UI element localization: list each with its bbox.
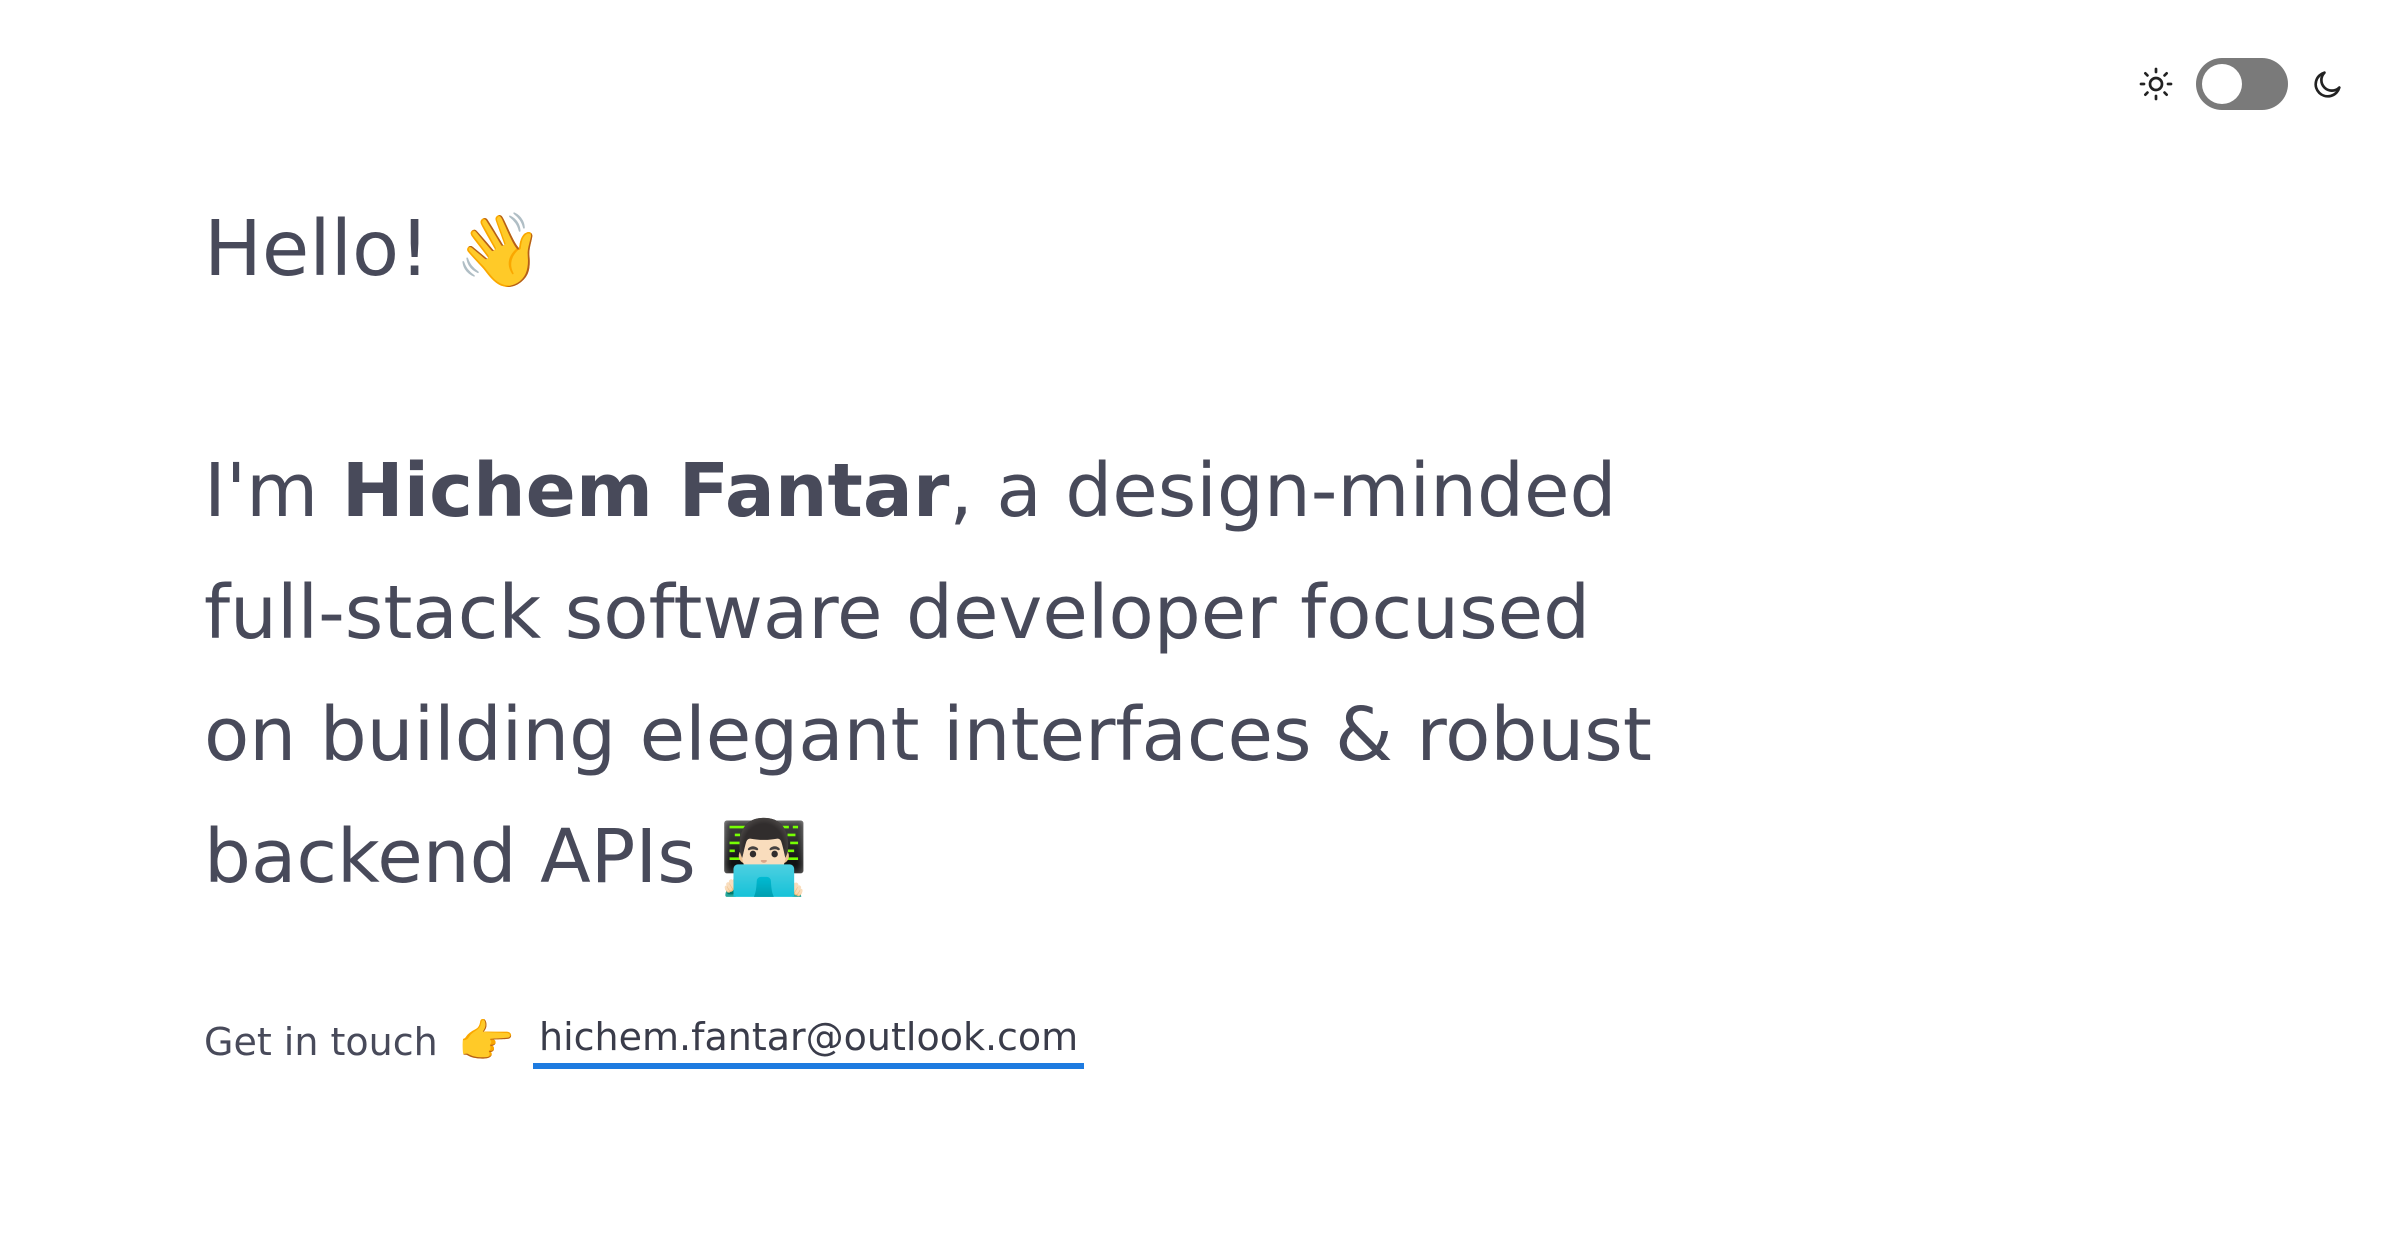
pointing-hand-emoji: 👉	[457, 1014, 516, 1068]
contact-line: Get in touch 👉 hichem.fantar@outlook.com	[204, 1014, 1704, 1069]
intro-paragraph: I'm Hichem Fantar, a design-minded full-…	[204, 430, 1664, 918]
sun-icon	[2136, 64, 2176, 104]
email-link[interactable]: hichem.fantar@outlook.com	[533, 1015, 1085, 1069]
moon-icon	[2308, 64, 2348, 104]
developer-emoji: 👨🏻‍💻	[719, 815, 809, 899]
theme-switch	[2136, 58, 2348, 110]
waving-hand-emoji: 👋	[454, 208, 545, 292]
author-name: Hichem Fantar	[341, 448, 950, 534]
greeting-text: Hello!	[204, 205, 431, 294]
hero-section: Hello! 👋 I'm Hichem Fantar, a design-min…	[204, 190, 1704, 1069]
contact-label: Get in touch	[204, 1019, 438, 1064]
theme-toggle-switch[interactable]	[2196, 58, 2288, 110]
greeting-heading: Hello! 👋	[204, 190, 1704, 310]
intro-prefix: I'm	[204, 448, 342, 534]
toggle-knob	[2202, 64, 2242, 104]
